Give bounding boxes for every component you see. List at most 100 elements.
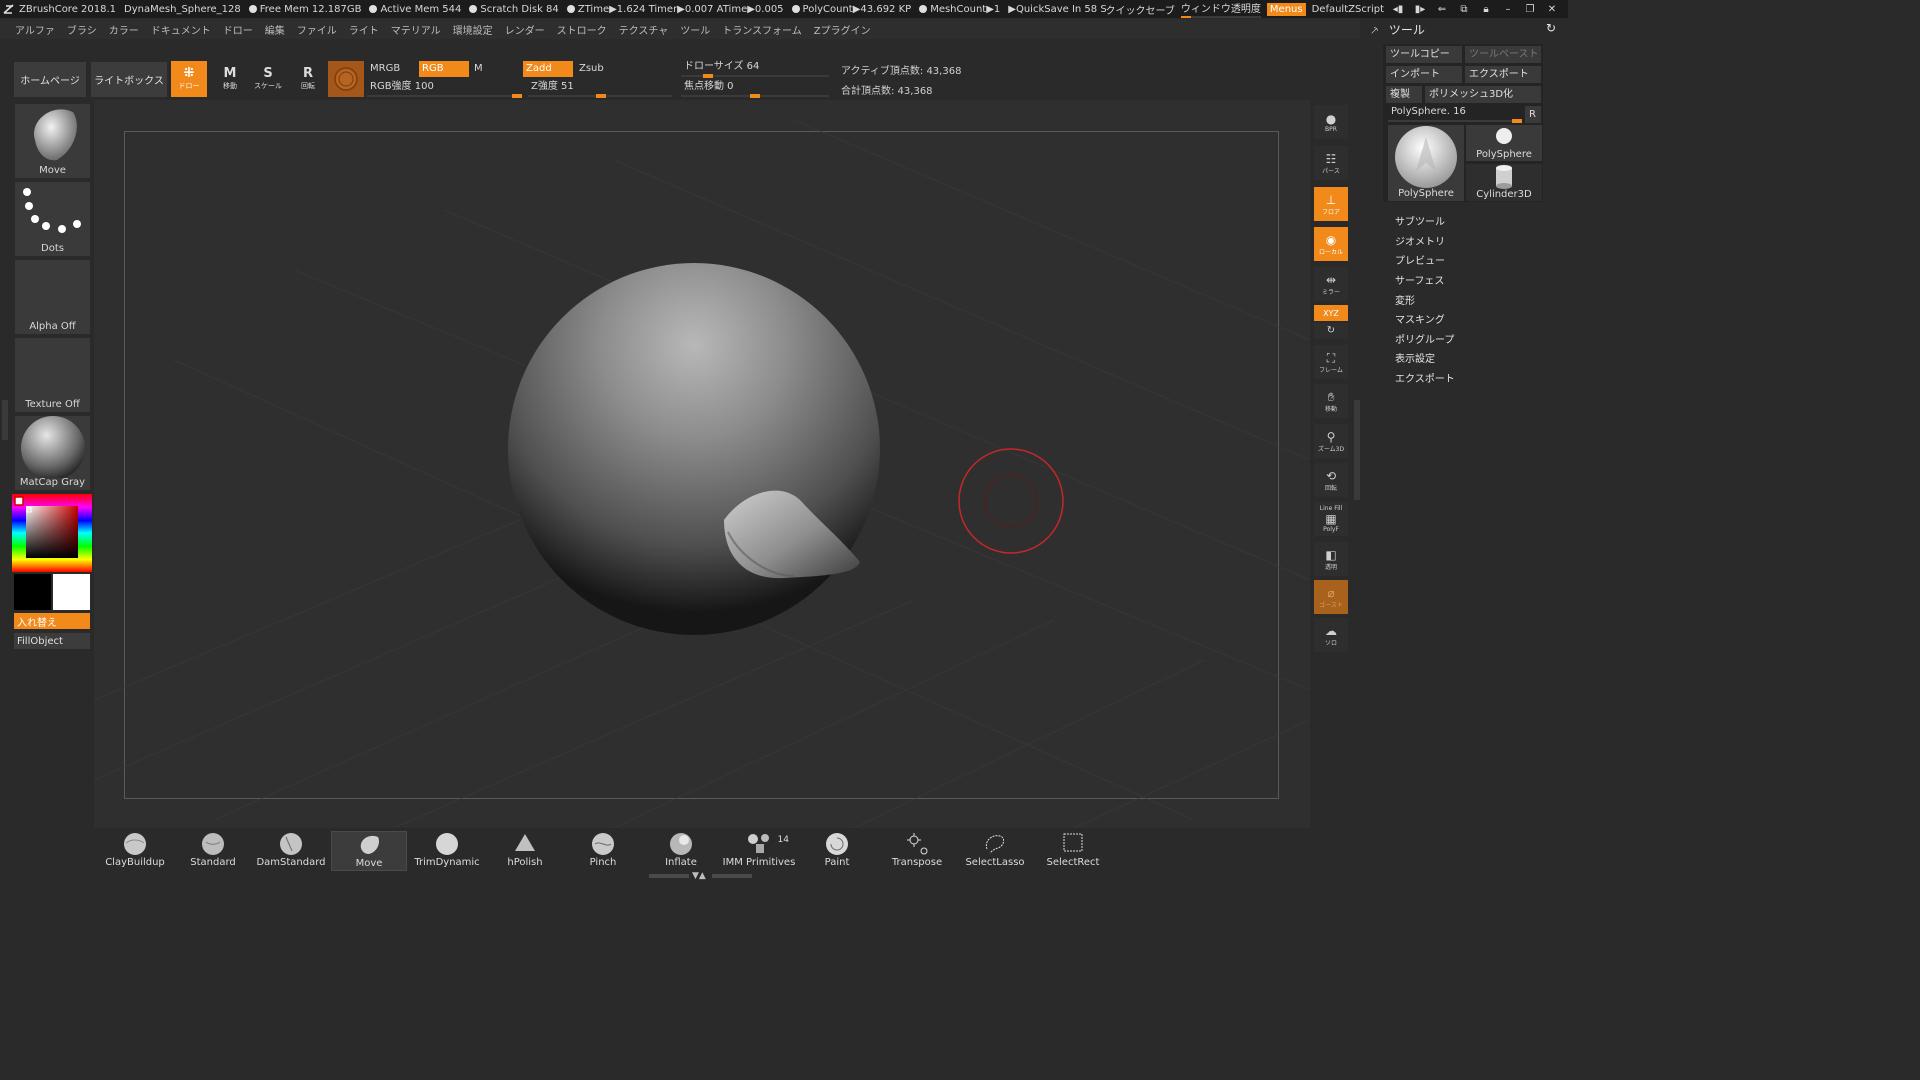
polyframe-button[interactable]: Line Fill ▦ PolyF	[1314, 502, 1348, 536]
alpha-thumb[interactable]: Alpha Off	[14, 259, 91, 335]
brush-move[interactable]: Move	[331, 831, 407, 871]
make-polymesh3d-button[interactable]: ポリメッシュ3D化	[1425, 86, 1541, 103]
menu-light[interactable]: ライト	[349, 22, 379, 37]
color-picker[interactable]	[12, 494, 92, 572]
menu-render[interactable]: レンダー	[505, 22, 545, 37]
menu-document[interactable]: ドキュメント	[151, 22, 211, 37]
menu-zplugin[interactable]: Zプラグイン	[814, 22, 871, 37]
export-section[interactable]: エクスポート	[1395, 370, 1455, 385]
surface-section[interactable]: サーフェス	[1395, 272, 1444, 287]
menu-edit[interactable]: 編集	[265, 22, 285, 37]
lightbox-button[interactable]: ライトボックス	[91, 62, 167, 97]
brush-selectlasso[interactable]: SelectLasso	[957, 831, 1033, 871]
rotate-view-button[interactable]: ⟲ 回転	[1314, 463, 1348, 497]
quick-save-button[interactable]: クイックセーブ	[1106, 2, 1175, 17]
zadd-toggle[interactable]: Zadd	[523, 61, 573, 77]
default-zscript-button[interactable]: DefaultZScript	[1312, 4, 1384, 15]
export-button[interactable]: エクスポート	[1465, 66, 1541, 83]
reset-icon[interactable]: ↻	[1546, 21, 1556, 35]
xyz-axis-button[interactable]: XYZ	[1314, 305, 1348, 321]
move-view-button[interactable]: ✋︎ 移動	[1314, 384, 1348, 418]
menu-stroke[interactable]: ストローク	[557, 22, 607, 37]
z-intensity-slider[interactable]: Z強度 51	[528, 79, 672, 98]
menu-draw[interactable]: ドロー	[223, 22, 253, 37]
menu-brush[interactable]: ブラシ	[67, 22, 97, 37]
tool-copy-button[interactable]: ツールコピー	[1386, 46, 1462, 63]
solo-button[interactable]: ☁︎ ソロ	[1314, 618, 1348, 652]
transparency-button[interactable]: ◧ 透明	[1314, 542, 1348, 576]
home-page-button[interactable]: ホームページ	[14, 62, 86, 97]
bottom-tray-toggle-icon[interactable]: ▼▲	[692, 871, 706, 881]
subtool-section[interactable]: サブツール	[1395, 213, 1445, 228]
brush-standard[interactable]: Standard	[175, 831, 251, 871]
menu-color[interactable]: カラー	[109, 22, 139, 37]
restore-icon[interactable]: ❐	[1522, 4, 1538, 15]
material-thumb[interactable]: MatCap Gray	[14, 415, 91, 491]
display-properties-section[interactable]: 表示設定	[1395, 350, 1435, 365]
cylinder3d-tool-thumb[interactable]: Cylinder3D	[1466, 164, 1542, 201]
fill-object-button[interactable]: FillObject	[14, 633, 90, 649]
rotate-mode-button[interactable]: R 回転	[290, 61, 326, 97]
draw-size-slider[interactable]: ドローサイズ 64	[681, 59, 829, 78]
layout-d-icon[interactable]: ⧉	[1456, 4, 1472, 15]
floor-button[interactable]: ⊥ フロア	[1314, 187, 1348, 221]
current-brush-thumb[interactable]: Move	[14, 103, 91, 179]
menu-material[interactable]: マテリアル	[391, 22, 441, 37]
menu-texture[interactable]: テクスチャ	[619, 22, 669, 37]
preview-section[interactable]: プレビュー	[1395, 252, 1445, 267]
brush-trimdynamic[interactable]: TrimDynamic	[409, 831, 485, 871]
brush-paint[interactable]: Paint	[799, 831, 875, 871]
bottom-tray-grip-right[interactable]	[712, 874, 752, 878]
frame-button[interactable]: ⛶ フレーム	[1314, 345, 1348, 379]
canvas-viewport[interactable]	[94, 100, 1310, 828]
brush-inflate[interactable]: Inflate	[643, 831, 719, 871]
window-transparency-slider[interactable]: ウィンドウ透明度	[1180, 0, 1261, 18]
texture-thumb[interactable]: Texture Off	[14, 337, 91, 413]
brush-transpose[interactable]: Transpose	[879, 831, 955, 871]
polygroups-section[interactable]: ポリグループ	[1395, 331, 1454, 346]
move-mode-button[interactable]: M 移動	[212, 61, 248, 97]
perspective-button[interactable]: ☷ パース	[1314, 146, 1348, 180]
brush-damstandard[interactable]: DamStandard	[253, 831, 329, 871]
zoom3d-button[interactable]: ⚲ ズーム3D	[1314, 424, 1348, 458]
menu-transform[interactable]: トランスフォーム	[722, 22, 802, 37]
clone-button[interactable]: 複製	[1386, 86, 1422, 103]
rotate-axis-icon[interactable]: ↻	[1314, 323, 1348, 339]
menu-alpha[interactable]: アルファ	[15, 22, 55, 37]
bpr-render-button[interactable]: ● BPR	[1314, 105, 1348, 139]
left-tray-grip[interactable]	[2, 400, 8, 440]
symmetry-button[interactable]: ⇹ ミラー	[1314, 267, 1348, 301]
draw-mode-button[interactable]: ⁜ ドロー	[171, 61, 207, 97]
tool-r-button[interactable]: R	[1525, 106, 1541, 123]
rgb-toggle[interactable]: RGB	[419, 61, 469, 77]
tool-palette-header[interactable]: ⸕ ツール	[1370, 21, 1425, 38]
material-color-swatch[interactable]	[328, 61, 364, 97]
mrgb-toggle[interactable]: MRGB	[367, 61, 417, 77]
main-color-swatch[interactable]	[53, 574, 90, 610]
close-icon[interactable]: ✕	[1544, 4, 1560, 15]
minimize-icon[interactable]: –	[1500, 4, 1516, 15]
layout-a-icon[interactable]: ◂▮	[1390, 4, 1406, 15]
layout-c-icon[interactable]: ⇐	[1434, 4, 1450, 15]
menu-tool[interactable]: ツール	[680, 22, 710, 37]
current-tool-slider[interactable]: PolySphere. 16	[1388, 104, 1522, 123]
import-button[interactable]: インポート	[1386, 66, 1462, 83]
polysphere-tool-thumb[interactable]: PolySphere	[1466, 125, 1542, 161]
brush-hpolish[interactable]: hPolish	[487, 831, 563, 871]
rgb-intensity-slider[interactable]: RGB強度 100	[367, 79, 522, 98]
scale-mode-button[interactable]: S スケール	[250, 61, 286, 97]
menu-file[interactable]: ファイル	[297, 22, 337, 37]
brush-imm-primitives[interactable]: IMM Primitives 14	[721, 831, 797, 871]
current-tool-thumb[interactable]: PolySphere	[1388, 125, 1464, 201]
brush-selectrect[interactable]: SelectRect	[1035, 831, 1111, 871]
menus-toggle-button[interactable]: Menus	[1266, 2, 1306, 16]
masking-section[interactable]: マスキング	[1395, 311, 1445, 326]
tool-paste-button[interactable]: ツールペースト	[1465, 46, 1541, 63]
swap-colors-button[interactable]: 入れ替え	[14, 613, 90, 629]
m-toggle[interactable]: M	[471, 61, 521, 77]
menu-preferences[interactable]: 環境設定	[453, 22, 493, 37]
brush-pinch[interactable]: Pinch	[565, 831, 641, 871]
focal-shift-slider[interactable]: 焦点移動 0	[681, 79, 829, 98]
lock-icon[interactable]: 🔒︎	[1478, 4, 1494, 15]
right-tray-grip[interactable]	[1354, 400, 1360, 500]
